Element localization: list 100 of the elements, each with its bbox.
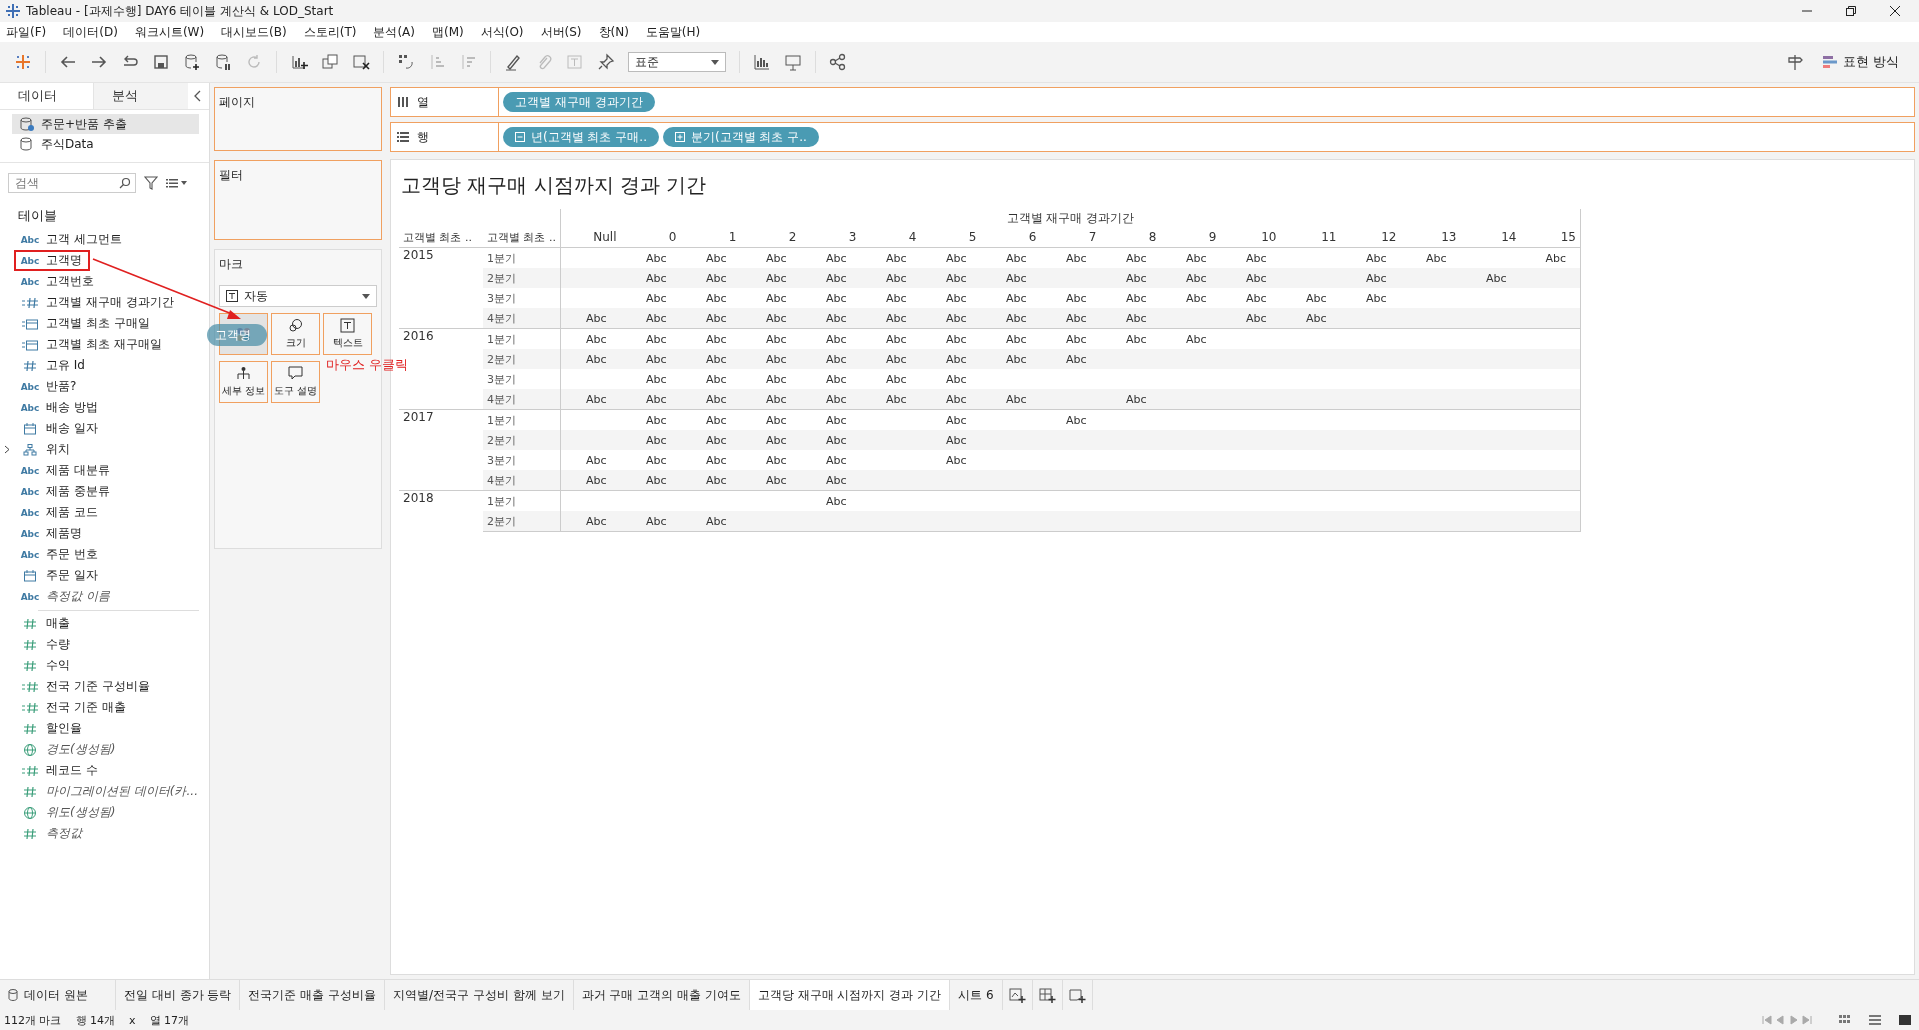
- new-sheet-icon[interactable]: [290, 53, 308, 71]
- field-item[interactable]: 레코드 수: [0, 760, 102, 781]
- save-icon[interactable]: [152, 53, 170, 71]
- field-item[interactable]: 위도(생성됨): [0, 802, 120, 823]
- filters-card[interactable]: 필터: [214, 160, 382, 240]
- pause-datasource-icon[interactable]: [214, 53, 232, 71]
- field-item[interactable]: 고유 Id: [0, 355, 89, 376]
- signpost-icon[interactable]: [1785, 53, 1804, 71]
- menu-item[interactable]: 도움말(H): [645, 23, 701, 41]
- quarter-header: 2분기: [483, 430, 561, 450]
- field-item[interactable]: Abc 고객명: [14, 250, 90, 271]
- field-item[interactable]: 고객별 재구매 경과기간: [0, 292, 178, 313]
- mark-property-button[interactable]: 텍스트: [323, 313, 372, 355]
- field-item[interactable]: 측정값: [0, 823, 86, 844]
- new-dashboard-icon[interactable]: [1038, 986, 1056, 1004]
- globe-icon: [23, 805, 37, 820]
- table-cell: Abc: [1100, 389, 1161, 410]
- new-sheet-icon[interactable]: [1008, 986, 1026, 1004]
- field-item[interactable]: Abc 반품?: [0, 376, 81, 397]
- list-view-icon[interactable]: [166, 177, 188, 189]
- menu-item[interactable]: 분석(A): [373, 23, 415, 41]
- mark-property-button[interactable]: 크기: [271, 313, 320, 355]
- table-cell: Abc: [800, 389, 861, 410]
- fit-dropdown[interactable]: 표준: [628, 52, 726, 72]
- field-item[interactable]: 전국 기준 구성비율: [0, 676, 154, 697]
- field-item[interactable]: Abc 고객 세그먼트: [0, 229, 126, 250]
- sheet-tab[interactable]: 지역별/전국구 구성비 함께 보기: [385, 980, 574, 1010]
- mark-property-button[interactable]: 도구 설명: [271, 361, 320, 403]
- row-field-header[interactable]: 고객별 최초 ..: [399, 227, 483, 248]
- field-item[interactable]: 주문 일자: [0, 565, 102, 586]
- search-field[interactable]: 검색: [8, 173, 136, 193]
- field-item[interactable]: Abc 제품 대분류: [0, 460, 114, 481]
- field-item[interactable]: 수익: [0, 655, 74, 676]
- field-item[interactable]: Abc 측정값 이름: [0, 586, 114, 607]
- table-cell: Abc: [1340, 288, 1401, 308]
- presentation-icon[interactable]: [784, 53, 802, 71]
- field-item[interactable]: 마이그레이션된 데이터(카...: [0, 781, 202, 802]
- status-text: 행 14개: [75, 1012, 115, 1028]
- share-icon[interactable]: [829, 53, 847, 71]
- field-item[interactable]: 배송 일자: [0, 418, 102, 439]
- menu-item[interactable]: 대시보드(B): [221, 23, 287, 41]
- grid-view-icon[interactable]: [1839, 1015, 1851, 1025]
- table-cell: Abc: [800, 450, 861, 470]
- clear-sheet-icon[interactable]: [352, 53, 370, 71]
- sheet-tab[interactable]: 데이터 원본: [0, 980, 116, 1010]
- highlighter-icon[interactable]: [504, 53, 522, 71]
- sheet-tab[interactable]: 과거 구매 고객의 매출 기여도: [573, 980, 750, 1010]
- pages-card[interactable]: 페이지: [214, 87, 382, 151]
- field-item[interactable]: Abc 제품 중분류: [0, 481, 114, 502]
- mark-property-button[interactable]: 세부 정보: [219, 361, 268, 403]
- hash-icon: [23, 359, 37, 372]
- menu-item[interactable]: 맵(M): [432, 23, 464, 41]
- collapse-icon[interactable]: [193, 90, 201, 102]
- chart-icon[interactable]: [753, 53, 771, 71]
- sidebar-tab[interactable]: 분석: [94, 83, 188, 109]
- menu-item[interactable]: 데이터(D): [63, 23, 118, 41]
- field-item[interactable]: Abc 고객번호: [0, 271, 98, 292]
- row-field-header[interactable]: 고객별 최초 ..: [483, 227, 561, 248]
- field-item[interactable]: 위치: [0, 439, 74, 460]
- sheet-tab[interactable]: 시트 6: [950, 980, 1003, 1010]
- field-item[interactable]: 매출: [0, 613, 74, 634]
- table-cell: Abc: [1460, 268, 1521, 288]
- search-icon: [119, 177, 131, 189]
- column-header: 15: [1520, 227, 1581, 248]
- sheet-tab[interactable]: 전일 대비 종가 등락: [116, 980, 241, 1010]
- show-me-button[interactable]: 표현 방식: [1816, 50, 1905, 74]
- pin-icon[interactable]: [597, 53, 615, 71]
- field-item[interactable]: 고객별 최초 구매일: [0, 313, 154, 334]
- filter-icon[interactable]: [144, 176, 158, 190]
- menu-item[interactable]: 서식(O): [480, 23, 524, 41]
- table-cell: Abc: [980, 268, 1041, 288]
- mark-type-dropdown[interactable]: 자동: [219, 285, 377, 307]
- datasource-item[interactable]: 주문+반품 추출: [12, 114, 199, 134]
- menu-item[interactable]: 서버(S): [540, 23, 582, 41]
- field-item[interactable]: Abc 제품 코드: [0, 502, 102, 523]
- field-item[interactable]: Abc 주문 번호: [0, 544, 102, 565]
- restore-icon[interactable]: [1845, 5, 1857, 17]
- field-item[interactable]: Abc 제품명: [0, 523, 86, 544]
- column-header: 14: [1460, 227, 1521, 248]
- field-item[interactable]: 할인율: [0, 718, 86, 739]
- field-item[interactable]: 수량: [0, 634, 74, 655]
- table-cell: Abc: [740, 450, 801, 470]
- sheet-tab[interactable]: 고객당 재구매 시점까지 경과 기간: [749, 980, 951, 1010]
- shelf[interactable]: 열 고객별 재구매 경과기간: [390, 87, 1915, 117]
- add-datasource-icon[interactable]: [183, 53, 201, 71]
- menu-item[interactable]: 워크시트(W): [134, 23, 205, 41]
- menu-item[interactable]: 파일(F): [6, 23, 47, 41]
- field-item[interactable]: 경도(생성됨): [0, 739, 120, 760]
- menu-item[interactable]: 창(N): [598, 23, 629, 41]
- field-item[interactable]: 고객별 최초 재구매일: [0, 334, 166, 355]
- datasource-item[interactable]: 주식Data: [12, 134, 199, 154]
- sheet-tab[interactable]: 전국기준 매출 구성비율: [240, 980, 386, 1010]
- duplicate-sheet-icon[interactable]: [321, 53, 339, 71]
- new-story-icon[interactable]: [1068, 986, 1086, 1004]
- field-item[interactable]: Abc 배송 방법: [0, 397, 102, 418]
- menu-item[interactable]: 스토리(T): [303, 23, 357, 41]
- close-icon[interactable]: [1889, 5, 1901, 17]
- data-type-label: Abc: [20, 255, 40, 266]
- list-view-icon[interactable]: [1869, 1015, 1881, 1025]
- field-item[interactable]: 전국 기준 매출: [0, 697, 130, 718]
